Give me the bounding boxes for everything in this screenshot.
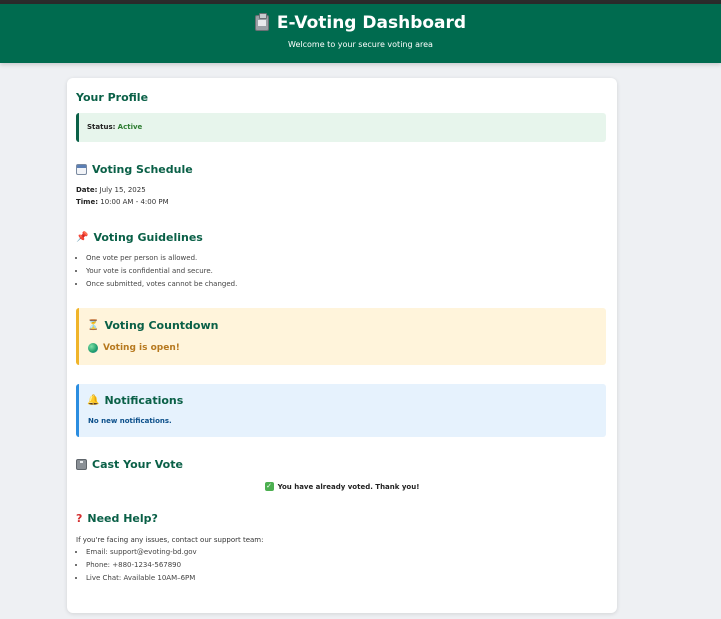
profile-title-text: Your Profile xyxy=(76,91,149,104)
status-box: Status: Active xyxy=(76,113,606,142)
globe-icon xyxy=(88,343,98,353)
dashboard-card: Your Profile Status: Active Voting Sched… xyxy=(67,78,617,613)
question-icon: ? xyxy=(76,512,83,525)
notifications-title: 🔔 Notifications xyxy=(87,394,183,407)
status-label: Status: xyxy=(87,123,116,131)
countdown-box: ⏳ Voting Countdown Voting is open! xyxy=(76,308,606,365)
ballot-box-icon xyxy=(76,459,87,470)
help-email[interactable]: Email: support@evoting-bd.gov xyxy=(86,546,197,559)
hourglass-icon: ⏳ xyxy=(87,320,100,331)
pushpin-icon: 📌 xyxy=(76,232,89,243)
dashboard-header: E-Voting Dashboard Welcome to your secur… xyxy=(0,4,721,63)
schedule-time: Time: 10:00 AM - 4:00 PM xyxy=(76,198,169,206)
voting-open-status: Voting is open! xyxy=(88,343,180,353)
help-title: ? Need Help? xyxy=(76,512,158,525)
guidelines-title-text: Voting Guidelines xyxy=(93,231,203,244)
help-intro: If you're facing any issues, contact our… xyxy=(76,536,264,544)
guidelines-title: 📌 Voting Guidelines xyxy=(76,231,203,244)
cast-vote-title: Cast Your Vote xyxy=(76,458,183,471)
countdown-title: ⏳ Voting Countdown xyxy=(87,319,218,332)
check-mark-icon: ✓ xyxy=(264,482,274,491)
help-live-chat: Live Chat: Available 10AM–6PM xyxy=(86,572,197,585)
schedule-title-text: Voting Schedule xyxy=(92,163,193,176)
notifications-box: 🔔 Notifications No new notifications. xyxy=(76,384,606,437)
already-voted-message: ✓ You have already voted. Thank you! xyxy=(67,482,617,491)
schedule-date: Date: July 15, 2025 xyxy=(76,186,146,194)
help-title-text: Need Help? xyxy=(87,512,158,525)
list-item: Once submitted, votes cannot be changed. xyxy=(86,278,237,291)
help-contact-list: Email: support@evoting-bd.gov Phone: +88… xyxy=(76,546,197,585)
time-value: 10:00 AM - 4:00 PM xyxy=(100,198,169,206)
guidelines-list: One vote per person is allowed. Your vot… xyxy=(76,252,237,291)
clipboard-icon xyxy=(254,13,269,31)
list-item: Your vote is confidential and secure. xyxy=(86,265,237,278)
notifications-title-text: Notifications xyxy=(104,394,184,407)
already-voted-text: You have already voted. Thank you! xyxy=(277,482,420,491)
help-phone[interactable]: Phone: +880-1234-567890 xyxy=(86,559,197,572)
bell-icon: 🔔 xyxy=(87,395,100,406)
calendar-icon xyxy=(76,164,87,175)
cast-vote-title-text: Cast Your Vote xyxy=(92,458,183,471)
date-value: July 15, 2025 xyxy=(99,186,146,194)
schedule-title: Voting Schedule xyxy=(76,163,193,176)
date-label: Date: xyxy=(76,186,98,194)
page-title: E-Voting Dashboard xyxy=(276,13,467,33)
notifications-text: No new notifications. xyxy=(88,417,172,425)
list-item: One vote per person is allowed. xyxy=(86,252,237,265)
time-label: Time: xyxy=(76,198,99,206)
header-title-row: E-Voting Dashboard xyxy=(0,13,721,33)
countdown-title-text: Voting Countdown xyxy=(104,319,219,332)
header-subtitle: Welcome to your secure voting area xyxy=(288,40,433,49)
voting-open-text: Voting is open! xyxy=(103,343,180,353)
profile-title: Your Profile xyxy=(76,91,148,104)
status-badge: Active xyxy=(117,123,143,131)
